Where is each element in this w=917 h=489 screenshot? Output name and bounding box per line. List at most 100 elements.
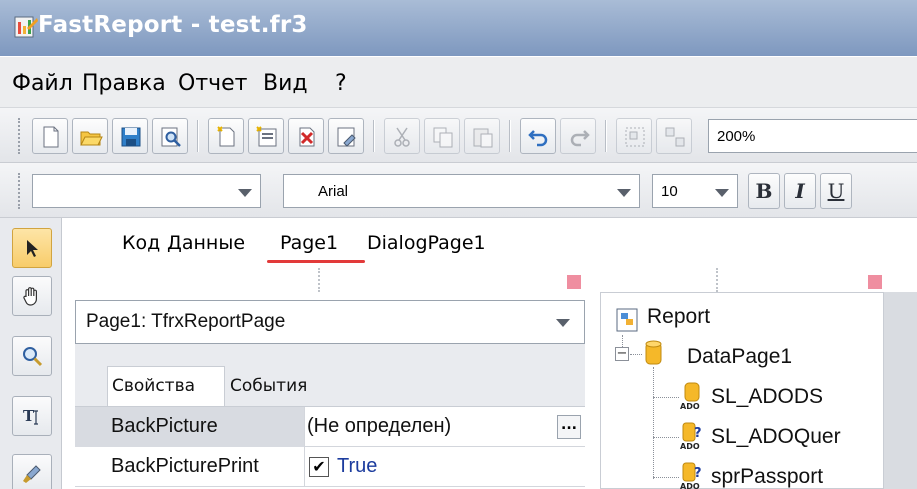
underline-button[interactable]: U <box>820 173 852 209</box>
object-selector[interactable]: Page1: TfrxReportPage <box>75 300 585 344</box>
paste-button[interactable] <box>464 118 500 154</box>
workspace-edge <box>884 292 917 489</box>
page-margin-marker <box>868 275 882 289</box>
ungroup-icon <box>665 127 685 147</box>
tab-properties[interactable]: Свойства <box>112 376 195 396</box>
copy-icon <box>433 127 453 148</box>
tree-connector <box>630 354 642 355</box>
copy-button[interactable] <box>424 118 460 154</box>
toolbar-separator <box>197 120 199 152</box>
new-page-button[interactable] <box>208 118 244 154</box>
property-row-backpicture[interactable]: BackPicture (Не определен) ... <box>75 407 585 447</box>
report-icon <box>615 307 643 335</box>
zoom-combo[interactable]: 200% <box>708 119 917 153</box>
redo-icon <box>570 130 590 147</box>
chevron-down-icon <box>715 189 729 197</box>
ruler-guide <box>716 268 718 292</box>
data-tree: Report − DataPage1 ADO SL_ADODS ? ADO SL_… <box>600 292 884 489</box>
ado-dataset-icon: ADO <box>679 381 707 411</box>
tab-events[interactable]: События <box>230 376 307 396</box>
page-settings-button[interactable] <box>328 118 364 154</box>
tree-connector <box>653 397 679 398</box>
tree-connector <box>653 477 679 478</box>
fastreport-app-icon <box>13 14 39 40</box>
toolbar-separator <box>373 120 375 152</box>
italic-button[interactable]: I <box>784 173 816 209</box>
page-tabs: Код Данные Page1 DialogPage1 <box>62 218 917 266</box>
collapse-icon[interactable]: − <box>615 347 629 361</box>
standard-toolbar: 200% <box>0 108 917 163</box>
tree-node-sl-adoquery[interactable]: SL_ADOQuer <box>711 425 841 449</box>
new-report-button[interactable] <box>32 118 68 154</box>
undo-button[interactable] <box>520 118 556 154</box>
title-bar: FastReport - test.fr3 <box>0 0 917 56</box>
new-dialog-button[interactable] <box>248 118 284 154</box>
svg-text:?: ? <box>694 426 702 441</box>
ellipsis-button[interactable]: ... <box>557 415 581 439</box>
text-tool-icon: T <box>23 407 38 425</box>
bold-button[interactable]: B <box>748 173 780 209</box>
chevron-down-icon <box>556 319 570 327</box>
hand-tool-button[interactable] <box>12 276 52 316</box>
designer-workspace: Код Данные Page1 DialogPage1 Page1: Tfrx… <box>62 218 917 489</box>
open-folder-icon <box>80 131 103 146</box>
format-painter-button[interactable] <box>12 454 52 489</box>
object-inspector: Page1: TfrxReportPage Свойства События B… <box>75 300 585 489</box>
group-button[interactable] <box>616 118 652 154</box>
property-row-backpictureprint[interactable]: BackPicturePrint ✔ True <box>75 447 585 487</box>
menu-edit[interactable]: Правка <box>82 71 166 96</box>
menu-file[interactable]: Файл <box>12 71 73 96</box>
new-document-icon <box>43 126 59 148</box>
ado-query-icon: ? ADO <box>679 421 707 451</box>
hand-icon <box>23 287 37 306</box>
ungroup-button[interactable] <box>656 118 692 154</box>
tab-dialogpage1[interactable]: DialogPage1 <box>367 232 486 254</box>
cut-button[interactable] <box>384 118 420 154</box>
tree-node-report[interactable]: Report <box>647 305 710 329</box>
style-combo[interactable] <box>32 174 261 208</box>
tree-connector <box>653 367 654 479</box>
paste-icon <box>473 128 493 148</box>
group-icon <box>625 127 645 147</box>
font-size-value: 10 <box>661 183 678 200</box>
menu-help[interactable]: ? <box>335 71 347 96</box>
new-dialog-icon <box>256 126 277 147</box>
toolbar-grip[interactable] <box>18 173 22 209</box>
tree-node-datapage[interactable]: DataPage1 <box>687 345 792 369</box>
tab-code[interactable]: Код <box>122 232 160 254</box>
tree-node-sprpassport[interactable]: sprPassport <box>711 465 823 489</box>
window-title: FastReport - test.fr3 <box>38 12 308 38</box>
page-margin-marker <box>567 275 581 289</box>
zoom-tool-button[interactable] <box>12 336 52 376</box>
delete-page-button[interactable] <box>288 118 324 154</box>
toolbar-separator <box>605 120 607 152</box>
page-settings-icon <box>337 127 356 147</box>
menu-view[interactable]: Вид <box>263 71 308 96</box>
svg-text:ADO: ADO <box>680 442 700 451</box>
delete-page-icon <box>299 127 315 147</box>
tab-data[interactable]: Данные <box>167 232 245 254</box>
property-name: BackPicture <box>75 407 305 447</box>
property-grid: BackPicture (Не определен) ... BackPictu… <box>75 406 585 489</box>
ruler-guide <box>318 268 320 292</box>
open-report-button[interactable] <box>72 118 108 154</box>
chevron-down-icon <box>238 189 252 197</box>
font-name-combo[interactable]: Arial <box>283 174 640 208</box>
text-tool-button[interactable]: T <box>12 396 52 436</box>
font-name-value: Arial <box>318 183 349 200</box>
select-tool-button[interactable] <box>12 228 52 268</box>
datapage-icon <box>643 339 671 367</box>
menu-report[interactable]: Отчет <box>178 71 247 96</box>
font-size-combo[interactable]: 10 <box>652 174 738 208</box>
preview-button[interactable] <box>152 118 188 154</box>
chevron-down-icon <box>617 189 631 197</box>
tree-node-sl-adods[interactable]: SL_ADODS <box>711 385 823 409</box>
tab-page1[interactable]: Page1 <box>280 232 338 254</box>
save-report-button[interactable] <box>112 118 148 154</box>
property-value[interactable]: True <box>337 447 377 485</box>
new-page-icon <box>217 126 235 147</box>
toolbar-grip[interactable] <box>18 118 22 154</box>
checkbox-checked[interactable]: ✔ <box>309 457 329 477</box>
property-value[interactable]: (Не определен) <box>307 407 451 447</box>
redo-button[interactable] <box>560 118 596 154</box>
